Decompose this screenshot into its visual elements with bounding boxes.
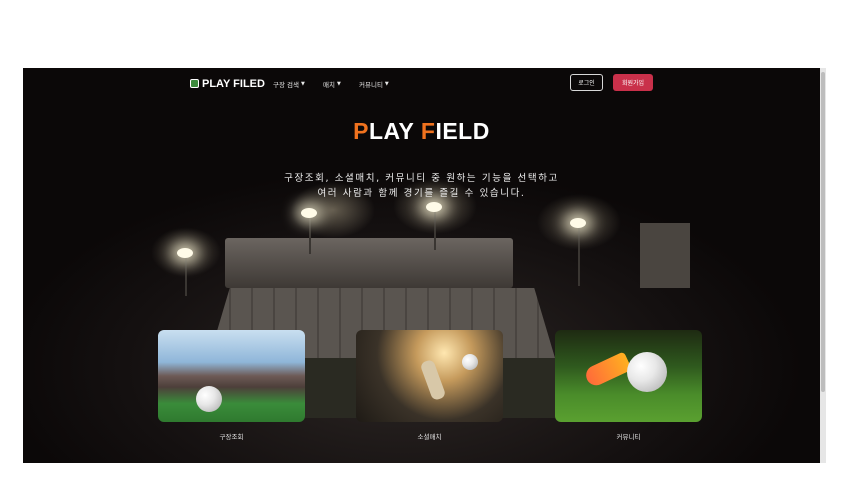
player-figure xyxy=(419,358,447,402)
login-button[interactable]: 로그인 xyxy=(570,74,603,91)
soccer-cleat-image xyxy=(582,351,633,389)
floodlight xyxy=(426,202,442,212)
card-label-field-search[interactable]: 구장조회 xyxy=(158,431,305,441)
menu-field-search[interactable]: 구장 검색 ▼ xyxy=(273,79,305,89)
hero-subtitle-line1: 구장조회, 소셜매치, 커뮤니티 중 원하는 기능을 선택하고 xyxy=(284,173,559,184)
menu-label: 커뮤니티 xyxy=(359,81,383,89)
scrollbar-thumb[interactable] xyxy=(821,72,825,392)
logo-icon xyxy=(190,79,199,88)
title-part: IELD xyxy=(435,118,490,144)
hero-title: PLAY FIELD xyxy=(23,118,820,145)
card-label-social-match[interactable]: 소셜매치 xyxy=(356,431,503,441)
light-pole xyxy=(434,210,436,250)
card-social-match[interactable] xyxy=(356,330,503,422)
title-letter-f: F xyxy=(420,118,436,144)
top-navbar: PLAY FILED 구장 검색 ▼ 매치 ▼ 커뮤니티 ▼ 로그인 회원가입 xyxy=(23,68,820,98)
title-letter-p: P xyxy=(353,118,369,144)
soccer-ball-image xyxy=(627,352,667,392)
light-pole xyxy=(185,256,187,296)
menu-label: 매치 xyxy=(323,81,335,89)
title-part: LAY xyxy=(369,118,421,144)
hero-background: PLAY FILED 구장 검색 ▼ 매치 ▼ 커뮤니티 ▼ 로그인 회원가입 … xyxy=(23,68,820,463)
card-field-search[interactable] xyxy=(158,330,305,422)
light-pole xyxy=(578,226,580,286)
caret-down-icon: ▼ xyxy=(336,81,341,87)
menu-community[interactable]: 커뮤니티 ▼ xyxy=(359,79,389,89)
soccer-ball-image xyxy=(462,354,478,370)
stadium-roof xyxy=(225,238,513,288)
light-pole xyxy=(309,214,311,254)
site-logo[interactable]: PLAY FILED xyxy=(190,77,265,90)
logo-text: PLAY FILED xyxy=(202,77,265,90)
background-building xyxy=(640,223,690,288)
menu-match[interactable]: 매치 ▼ xyxy=(323,79,341,89)
soccer-ball-image xyxy=(196,386,222,412)
card-community[interactable] xyxy=(555,330,702,422)
caret-down-icon: ▼ xyxy=(384,81,389,87)
floodlight xyxy=(570,218,586,228)
caret-down-icon: ▼ xyxy=(301,81,305,87)
hero-subtitle-line2: 여러 사람과 함께 경기를 즐길 수 있습니다. xyxy=(317,188,526,199)
signup-button[interactable]: 회원가입 xyxy=(613,74,653,91)
floodlight xyxy=(301,208,317,218)
menu-label: 구장 검색 xyxy=(273,81,299,89)
card-label-community[interactable]: 커뮤니티 xyxy=(555,431,702,441)
floodlight xyxy=(177,248,193,258)
